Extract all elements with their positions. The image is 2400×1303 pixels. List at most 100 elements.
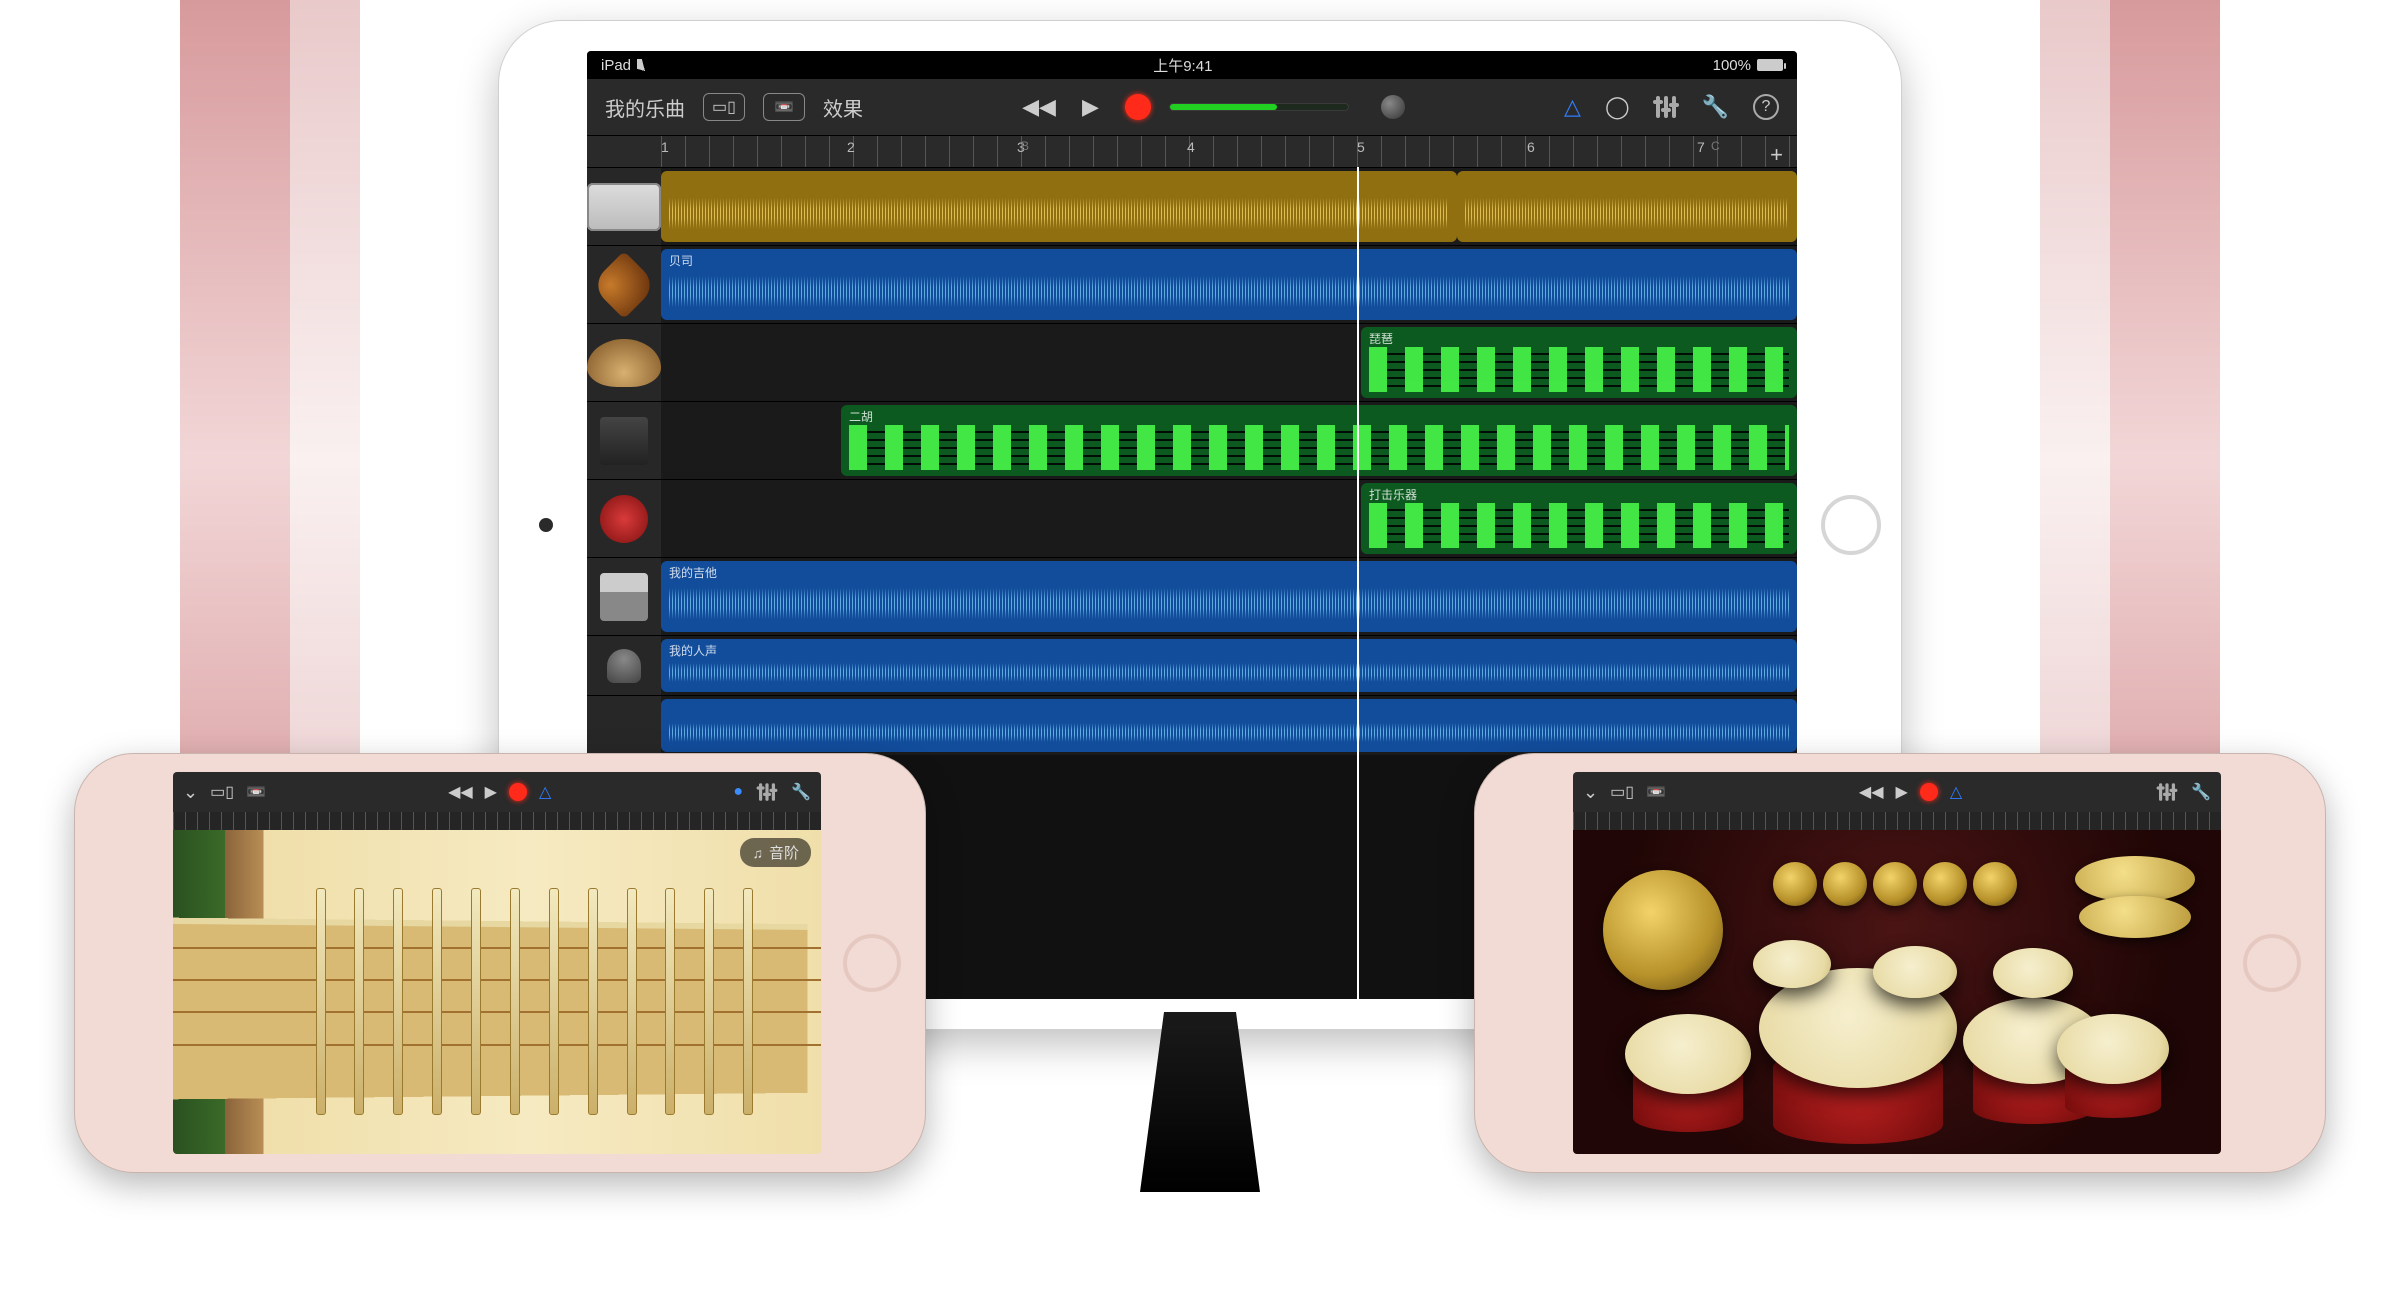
track-row[interactable]: 二胡 [587, 401, 1797, 479]
track-header[interactable] [587, 402, 661, 479]
track-row[interactable]: 贝司 [587, 245, 1797, 323]
phone-toolbar: ⌄ ▭▯ 📼 ◀◀ ▶ △ 🔧 [1573, 772, 2221, 812]
playhead[interactable] [1357, 167, 1359, 999]
play-button[interactable]: ▶ [1082, 94, 1099, 120]
back-button[interactable]: ⌄ [1583, 782, 1598, 803]
small-gong[interactable] [1973, 862, 2017, 906]
track-row[interactable]: 打击乐器 [587, 479, 1797, 557]
help-button[interactable]: ? [1753, 94, 1779, 120]
pipa-fret[interactable] [393, 888, 403, 1115]
pipa-string[interactable] [173, 1011, 821, 1013]
pipa-fret[interactable] [588, 888, 598, 1115]
pipa-instrument[interactable]: ♫ 音阶 [173, 830, 821, 1154]
volume-slider[interactable] [1169, 103, 1349, 111]
record-button[interactable] [509, 783, 527, 801]
iphone-home-button[interactable] [843, 934, 901, 992]
metronome-icon[interactable]: △ [539, 782, 551, 802]
pipa-fret[interactable] [627, 888, 637, 1115]
pipa-fret[interactable] [549, 888, 559, 1115]
drum-head[interactable] [1625, 1014, 1751, 1094]
go-to-start-button[interactable]: ◀◀ [448, 782, 473, 802]
audio-region[interactable] [1457, 171, 1797, 242]
metronome-icon[interactable]: △ [1564, 94, 1581, 120]
pipa-string[interactable] [173, 979, 821, 981]
ruler-num: 1 [661, 139, 669, 155]
pipa-fret[interactable] [432, 888, 442, 1115]
pipa-fret[interactable] [471, 888, 481, 1115]
cymbal[interactable] [2079, 896, 2191, 938]
my-songs-button[interactable]: 我的乐曲 [605, 93, 685, 122]
track-row[interactable]: 我的人声 [587, 635, 1797, 695]
settings-icon[interactable]: 🔧 [791, 782, 811, 802]
small-gong[interactable] [1823, 862, 1867, 906]
drum-head[interactable] [2057, 1014, 2169, 1084]
track-header[interactable] [587, 246, 661, 323]
tracks-view-button[interactable]: 📼 [763, 93, 805, 121]
play-button[interactable]: ▶ [1896, 782, 1908, 802]
browser-view-button[interactable]: ▭▯ [1610, 782, 1634, 802]
play-button[interactable]: ▶ [485, 782, 497, 802]
audio-region[interactable] [661, 171, 1457, 242]
fx-button[interactable]: 效果 [823, 93, 863, 122]
region-label: 我的人声 [669, 642, 1789, 659]
pipa-fret[interactable] [665, 888, 675, 1115]
drum-head[interactable] [1753, 940, 1831, 988]
loop-browser-icon[interactable]: ◯ [1605, 94, 1630, 120]
mixer-icon[interactable] [1654, 96, 1678, 118]
audio-region[interactable]: 贝司 [661, 249, 1797, 320]
back-button[interactable]: ⌄ [183, 782, 198, 803]
track-header[interactable] [587, 480, 661, 557]
record-button[interactable] [1920, 783, 1938, 801]
pipa-fret[interactable] [704, 888, 714, 1115]
track-header[interactable] [587, 558, 661, 635]
add-section-button[interactable]: + [1770, 142, 1783, 168]
pipa-fret[interactable] [510, 888, 520, 1115]
browser-view-button[interactable]: ▭▯ [210, 782, 234, 802]
iphone-home-button[interactable] [2243, 934, 2301, 992]
instrument-indicator-icon[interactable]: ● [733, 783, 743, 801]
track-row[interactable]: 琵琶 [587, 323, 1797, 401]
mixer-icon[interactable] [2157, 783, 2176, 801]
record-button[interactable] [1125, 94, 1151, 120]
large-gong[interactable] [1603, 870, 1723, 990]
midi-region[interactable]: 打击乐器 [1361, 483, 1797, 554]
small-gong[interactable] [1923, 862, 1967, 906]
track-row[interactable]: 前奏 正歌 [587, 167, 1797, 245]
midi-region[interactable]: 二胡 [841, 405, 1797, 476]
settings-icon[interactable]: 🔧 [2191, 782, 2211, 802]
settings-icon[interactable]: 🔧 [1702, 94, 1729, 120]
pipa-string[interactable] [173, 947, 821, 949]
pipa-fret[interactable] [316, 888, 326, 1115]
tracks-view-button[interactable]: 📼 [1646, 782, 1666, 802]
drum-head[interactable] [1993, 948, 2073, 998]
pipa-string[interactable] [173, 1044, 821, 1046]
track-header[interactable] [587, 696, 661, 755]
track-header[interactable] [587, 636, 661, 695]
audio-region[interactable]: 我的人声 [661, 639, 1797, 692]
go-to-start-button[interactable]: ◀◀ [1022, 94, 1056, 120]
audio-region[interactable] [661, 699, 1797, 752]
track-header[interactable] [587, 324, 661, 401]
tracks-view-button[interactable]: 📼 [246, 782, 266, 802]
track-header[interactable] [587, 168, 661, 245]
midi-region[interactable]: 琵琶 [1361, 327, 1797, 398]
track-row[interactable] [587, 695, 1797, 755]
mixer-icon[interactable] [757, 783, 776, 801]
scale-button[interactable]: ♫ 音阶 [740, 838, 811, 867]
timeline-ruler[interactable]: 1 2 3 B 4 5 6 7 C + [587, 135, 1797, 167]
ipad-home-button[interactable] [1821, 495, 1881, 555]
master-volume-knob[interactable] [1381, 95, 1405, 119]
pipa-fret[interactable] [743, 888, 753, 1115]
phone-ruler[interactable] [173, 812, 821, 830]
browser-view-button[interactable]: ▭▯ [703, 93, 745, 121]
small-gong[interactable] [1873, 862, 1917, 906]
pipa-fret[interactable] [354, 888, 364, 1115]
go-to-start-button[interactable]: ◀◀ [1859, 782, 1884, 802]
metronome-icon[interactable]: △ [1950, 782, 1962, 802]
drum-head[interactable] [1873, 946, 1957, 998]
small-gong[interactable] [1773, 862, 1817, 906]
audio-region[interactable]: 我的吉他 [661, 561, 1797, 632]
phone-ruler[interactable] [1573, 812, 2221, 830]
track-row[interactable]: 我的吉他 [587, 557, 1797, 635]
chinese-drum-kit[interactable] [1573, 830, 2221, 1154]
